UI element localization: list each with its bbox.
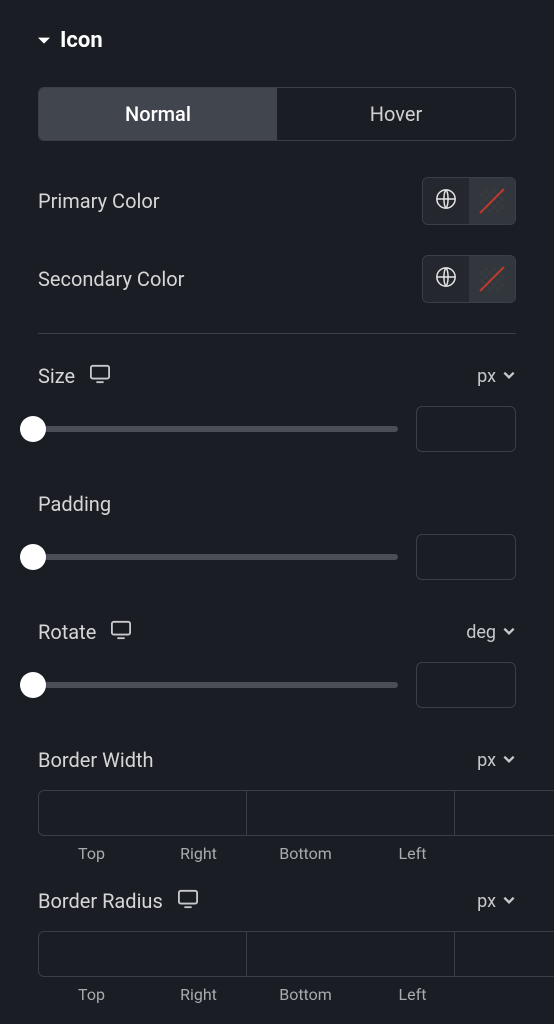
desktop-icon[interactable] — [177, 889, 199, 913]
size-unit-value: px — [477, 366, 496, 387]
slider-thumb[interactable] — [20, 672, 46, 698]
rotate-slider-row — [18, 662, 536, 708]
size-slider[interactable] — [24, 418, 398, 440]
rotate-unit-value: deg — [466, 622, 496, 643]
desktop-icon[interactable] — [89, 364, 111, 388]
rotate-row: Rotate deg — [18, 620, 536, 644]
border-radius-right-input[interactable] — [247, 931, 455, 977]
rotate-label: Rotate — [38, 620, 96, 644]
size-row: Size px — [18, 364, 536, 388]
side-label-top: Top — [38, 844, 145, 863]
primary-color-control — [422, 177, 516, 225]
chevron-down-icon — [502, 891, 516, 912]
padding-slider-row — [18, 534, 536, 580]
chevron-down-icon — [502, 750, 516, 771]
divider — [38, 333, 516, 334]
border-width-inputs — [18, 790, 536, 836]
secondary-color-swatch[interactable] — [469, 256, 515, 302]
primary-color-label: Primary Color — [38, 189, 160, 213]
secondary-color-row: Secondary Color — [18, 255, 536, 303]
border-width-bottom-input[interactable] — [455, 790, 554, 836]
border-radius-unit-dropdown[interactable]: px — [477, 891, 516, 912]
rotate-unit-dropdown[interactable]: deg — [466, 622, 516, 643]
size-label: Size — [38, 364, 75, 388]
border-width-side-labels: Top Right Bottom Left — [18, 844, 536, 863]
caret-down-icon — [38, 31, 50, 50]
desktop-icon[interactable] — [110, 620, 132, 644]
side-label-top: Top — [38, 985, 145, 1004]
chevron-down-icon — [502, 622, 516, 643]
slider-track — [24, 682, 398, 688]
rotate-input[interactable] — [416, 662, 516, 708]
border-radius-top-input[interactable] — [38, 931, 247, 977]
border-radius-unit-value: px — [477, 891, 496, 912]
border-radius-row: Border Radius px — [18, 889, 536, 913]
secondary-color-control — [422, 255, 516, 303]
slider-track — [24, 554, 398, 560]
secondary-color-global-button[interactable] — [423, 256, 469, 302]
slider-thumb[interactable] — [20, 544, 46, 570]
border-width-unit-value: px — [477, 750, 496, 771]
side-label-left: Left — [359, 985, 466, 1004]
border-width-label: Border Width — [38, 748, 154, 772]
state-tabs: Normal Hover — [38, 87, 516, 141]
size-input[interactable] — [416, 406, 516, 452]
rotate-slider[interactable] — [24, 674, 398, 696]
section-header[interactable]: Icon — [18, 28, 536, 53]
side-label-bottom: Bottom — [252, 985, 359, 1004]
border-width-unit-dropdown[interactable]: px — [477, 750, 516, 771]
padding-slider[interactable] — [24, 546, 398, 568]
side-label-right: Right — [145, 985, 252, 1004]
tab-hover[interactable]: Hover — [277, 88, 515, 140]
slider-thumb[interactable] — [20, 416, 46, 442]
border-width-top-input[interactable] — [38, 790, 247, 836]
padding-row: Padding — [18, 492, 536, 516]
chevron-down-icon — [502, 366, 516, 387]
border-width-row: Border Width px — [18, 748, 536, 772]
side-label-right: Right — [145, 844, 252, 863]
border-radius-bottom-input[interactable] — [455, 931, 554, 977]
primary-color-global-button[interactable] — [423, 178, 469, 224]
primary-color-swatch[interactable] — [469, 178, 515, 224]
secondary-color-label: Secondary Color — [38, 267, 184, 291]
side-label-left: Left — [359, 844, 466, 863]
size-unit-dropdown[interactable]: px — [477, 366, 516, 387]
side-label-bottom: Bottom — [252, 844, 359, 863]
border-radius-inputs — [18, 931, 536, 977]
primary-color-row: Primary Color — [18, 177, 536, 225]
globe-icon — [435, 266, 457, 292]
section-title: Icon — [60, 28, 103, 53]
padding-label: Padding — [38, 492, 111, 516]
padding-input[interactable] — [416, 534, 516, 580]
size-slider-row — [18, 406, 536, 452]
tab-normal[interactable]: Normal — [39, 88, 277, 140]
slider-track — [24, 426, 398, 432]
border-width-right-input[interactable] — [247, 790, 455, 836]
globe-icon — [435, 188, 457, 214]
border-radius-label: Border Radius — [38, 889, 163, 913]
border-radius-side-labels: Top Right Bottom Left — [18, 985, 536, 1004]
